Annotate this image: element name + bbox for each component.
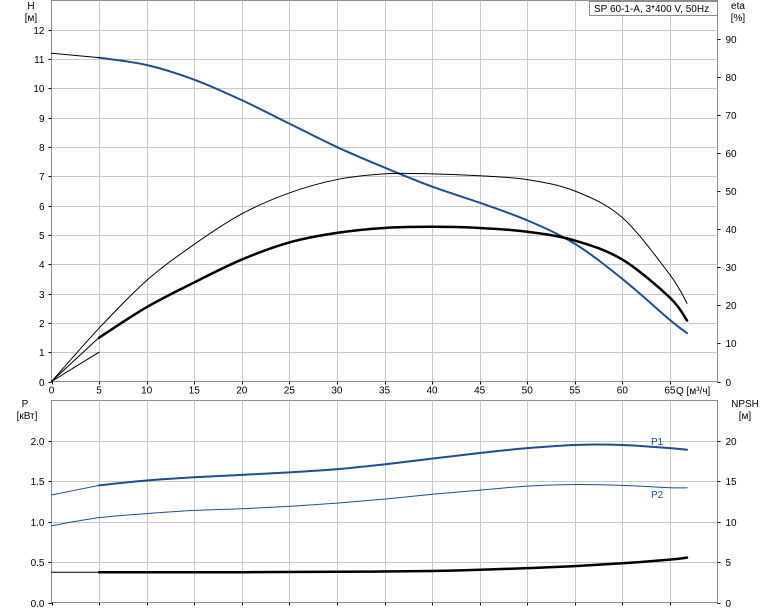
upper-y-left-tick-label: 9 [39, 114, 45, 125]
upper-y-left-tick-label: 7 [39, 172, 45, 183]
lower-y-left-tick-label: 0.0 [31, 599, 45, 610]
upper-curve-2 [51, 172, 688, 382]
chart-title: SP 60-1-A, 3*400 V, 50Hz [594, 4, 709, 15]
upper-y-right-tick-label: 20 [726, 301, 738, 312]
upper-y-left-tick-label: 2 [39, 319, 45, 330]
x-tick-label: 65 [664, 386, 676, 397]
upper-curve-1 [51, 52, 100, 59]
upper-y-right-tick-label: 30 [726, 263, 738, 274]
upper-curve-5 [51, 351, 100, 382]
upper-y-left-tick-label: 3 [39, 290, 45, 301]
upper-left-axis-name: H [27, 1, 34, 12]
upper-curve-4 [51, 337, 100, 382]
x-tick-label: 60 [617, 386, 629, 397]
upper-right-axis-name: eta [731, 1, 745, 12]
x-tick-label: 10 [141, 386, 153, 397]
lower-y-left-tick-label: 2.0 [31, 437, 45, 448]
lower-y-left-tick-label: 0.5 [31, 558, 45, 569]
upper-y-right-tick-label: 50 [726, 187, 738, 198]
upper-curve-0 [98, 56, 689, 335]
upper-y-right-tick-label: 10 [726, 339, 738, 350]
x-tick-label: 50 [522, 386, 534, 397]
x-tick-label: 15 [189, 386, 201, 397]
upper-y-right-tick-label: 0 [726, 378, 732, 389]
lower-curve-0 [98, 443, 689, 487]
grid-layer [51, 0, 718, 603]
upper-right-axis-unit: [%] [731, 13, 746, 24]
upper-y-left-tick-label: 11 [34, 55, 45, 66]
curve-layer [51, 52, 689, 574]
series-label-p1: P1 [651, 437, 664, 448]
upper-y-right-tick-label: 90 [726, 35, 738, 46]
upper-y-left-tick-label: 8 [39, 143, 45, 154]
upper-y-right-tick-label: 70 [726, 111, 738, 122]
lower-y-right-tick-label: 15 [726, 477, 738, 488]
upper-y-right-tick-label: 60 [726, 149, 738, 160]
lower-left-axis-name: P [22, 399, 29, 410]
lower-y-left-tick-label: 1.5 [31, 477, 45, 488]
lower-y-right-tick-label: 0 [726, 599, 732, 610]
upper-y-left-tick-label: 6 [39, 202, 45, 213]
upper-y-right-tick-label: 40 [726, 225, 738, 236]
lower-y-right-tick-label: 10 [726, 518, 738, 529]
x-tick-label: 45 [474, 386, 486, 397]
lower-curve-2 [51, 484, 688, 527]
upper-curve-3 [97, 225, 689, 339]
lower-right-axis-name: NPSH [731, 399, 759, 410]
lower-curve-1 [51, 484, 100, 496]
lower-y-right-tick-label: 5 [726, 558, 732, 569]
upper-y-left-tick-label: 10 [33, 84, 45, 95]
upper-y-left-tick-label: 5 [39, 231, 45, 242]
upper-y-left-tick-label: 0 [39, 378, 45, 389]
x-tick-label: 30 [331, 386, 343, 397]
lower-right-axis-unit: [м] [739, 411, 752, 422]
lower-y-left-tick-label: 1.0 [31, 518, 45, 529]
pump-curve-chart: 0 5 10 15 20 25 30 35 40 45 50 55 60 6501234567891011… [17, 0, 759, 610]
x-axis-label: Q [м³/ч] [676, 386, 711, 397]
x-tick-label: 55 [569, 386, 581, 397]
series-label-p2: P2 [651, 490, 664, 501]
lower-left-axis-unit: [кВт] [17, 411, 38, 422]
x-tick-label: 20 [236, 386, 248, 397]
lower-y-right-tick-label: 20 [726, 437, 738, 448]
x-tick-label: 0 [49, 386, 55, 397]
upper-y-right-tick-label: 80 [726, 73, 738, 84]
upper-plot-frame [51, 0, 718, 382]
lower-curve-3 [97, 556, 689, 574]
x-tick-label: 40 [427, 386, 439, 397]
x-tick-label: 5 [96, 386, 102, 397]
upper-y-left-tick-label: 12 [33, 26, 45, 37]
x-tick-label: 25 [284, 386, 296, 397]
upper-y-left-tick-label: 4 [39, 260, 45, 271]
x-tick-label: 35 [379, 386, 391, 397]
upper-left-axis-unit: [м] [25, 13, 38, 24]
upper-y-left-tick-label: 1 [39, 348, 45, 359]
